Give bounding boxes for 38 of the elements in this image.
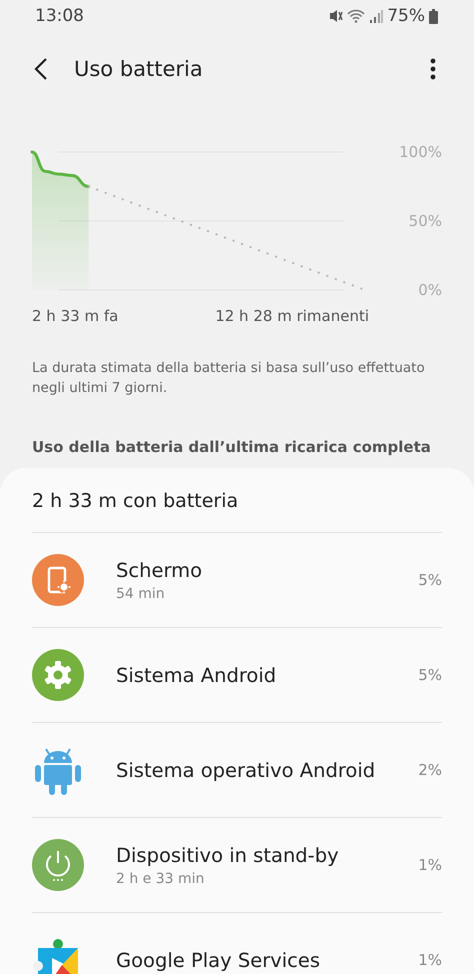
page-title: Uso batteria bbox=[74, 57, 204, 81]
usage-percent: 5% bbox=[418, 666, 442, 684]
app-name: Google Play Services bbox=[116, 948, 322, 972]
usage-percent: 1% bbox=[418, 856, 442, 874]
usage-time: 2 h e 33 min bbox=[116, 870, 206, 886]
usage-percent: 5% bbox=[418, 571, 442, 589]
mute-icon bbox=[329, 9, 344, 23]
app-name: Sistema operativo Android bbox=[116, 758, 376, 782]
usage-summary: 2 h 33 m con batteria bbox=[32, 468, 442, 533]
level-label: 0% bbox=[418, 281, 442, 299]
clock: 13:08 bbox=[35, 6, 84, 26]
app-name: Dispositivo in stand-by bbox=[116, 844, 340, 866]
app-name: Schermo bbox=[116, 558, 204, 582]
app-name: Sistema Android bbox=[116, 664, 278, 686]
usage-line bbox=[30, 150, 90, 188]
app-usage-row[interactable]: Google Play Services 1% bbox=[32, 913, 442, 974]
level-label: 100% bbox=[399, 143, 442, 161]
app-usage-row[interactable]: Sistema operativo Android 2% bbox=[32, 723, 442, 818]
estimate-note: La durata stimata della batteria si basa sull’uso effettuato negli ultimi 7 giorni. bbox=[32, 359, 426, 398]
usage-percent: 1% bbox=[418, 951, 442, 969]
section-title: Uso della batteria dall’ultima ricarica completa bbox=[32, 438, 432, 456]
back-icon[interactable] bbox=[34, 58, 48, 80]
more-options-icon[interactable] bbox=[430, 58, 436, 80]
battery-icon bbox=[429, 8, 438, 24]
wifi-icon bbox=[347, 9, 366, 23]
power-icon bbox=[32, 839, 84, 891]
app-usage-row[interactable]: Dispositivo in stand-by 2 h e 33 min 1% bbox=[32, 818, 442, 913]
gear-icon bbox=[32, 649, 84, 701]
app-usage-row[interactable]: Schermo 54 min 5% bbox=[32, 533, 442, 628]
app-usage-row[interactable]: Sistema Android 5% bbox=[32, 628, 442, 723]
usage-time: 54 min bbox=[116, 586, 166, 602]
time-label: 2 h 33 m fa bbox=[32, 307, 118, 325]
usage-percent: 2% bbox=[418, 761, 442, 779]
battery-percent: 75% bbox=[387, 6, 425, 26]
time-label: 12 h 28 m rimanenti bbox=[215, 307, 369, 325]
level-label: 50% bbox=[408, 212, 442, 230]
signal-icon bbox=[369, 9, 384, 23]
phone-brightness-icon bbox=[32, 554, 84, 606]
